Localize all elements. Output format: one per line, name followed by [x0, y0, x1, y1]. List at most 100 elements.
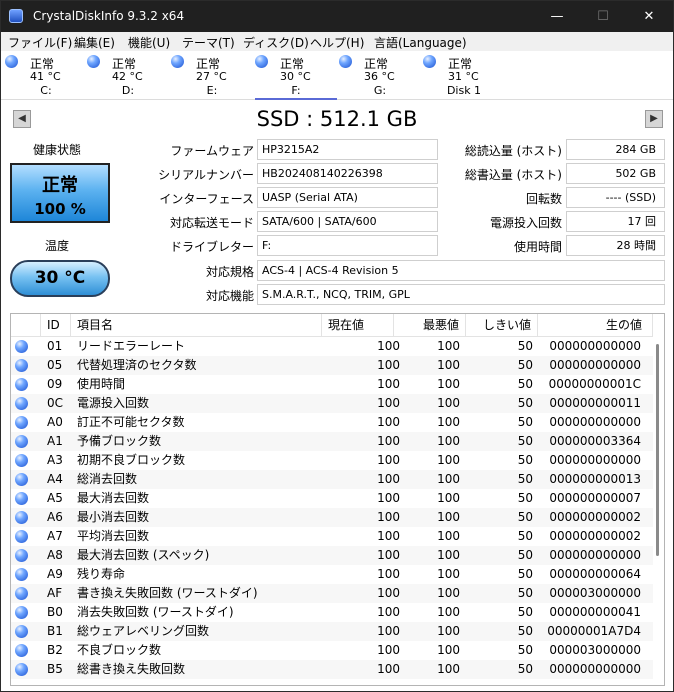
table-row[interactable]: A5 最大消去回数 100 100 50 000000000007 [11, 489, 653, 508]
attr-raw: 000000000002 [549, 510, 641, 524]
attr-raw: 000000000000 [549, 453, 641, 467]
table-row[interactable]: A0 訂正不可能セクタ数 100 100 50 000000000000 [11, 413, 653, 432]
attr-threshold: 50 [517, 415, 533, 429]
attr-raw: 000000000000 [549, 662, 641, 676]
table-row[interactable]: A7 平均消去回数 100 100 50 000000000002 [11, 527, 653, 546]
attr-current: 100 [377, 662, 400, 676]
attr-worst: 100 [437, 491, 460, 505]
col-raw[interactable]: 生の値 [538, 314, 653, 336]
attr-current: 100 [377, 624, 400, 638]
window-title: CrystalDiskInfo 9.3.2 x64 [33, 9, 185, 23]
status-ball-icon [15, 359, 28, 372]
table-row[interactable]: A3 初期不良ブロック数 100 100 50 000000000000 [11, 451, 653, 470]
rotation-rate-label: 回転数 [525, 192, 562, 206]
standard-label: 対応規格 [205, 265, 254, 279]
disk-temperature: 36 °C [364, 70, 395, 83]
attr-worst: 100 [437, 415, 460, 429]
attr-current: 100 [377, 567, 400, 581]
maximize-button[interactable]: ☐ [580, 1, 626, 32]
attr-raw: 000003000000 [549, 586, 641, 600]
status-ball-icon [15, 378, 28, 391]
col-current[interactable]: 現在値 [322, 314, 394, 336]
attr-raw: 00000000001C [548, 377, 641, 391]
table-row[interactable]: A8 最大消去回数 (スペック) 100 100 50 000000000000 [11, 546, 653, 565]
attr-worst: 100 [437, 662, 460, 676]
attr-name: リードエラーレート [77, 339, 186, 353]
menu-theme[interactable]: テーマ(T) [182, 34, 235, 51]
disk-drive-letter: G: [373, 84, 387, 97]
status-ball-icon [15, 454, 28, 467]
table-row[interactable]: 05 代替処理済のセクタ数 100 100 50 000000000000 [11, 356, 653, 375]
disk-detail-panel: ◀ ▶ SSD : 512.1 GB 健康状態 正常 100 % 温度 30 °… [1, 100, 673, 691]
attr-worst: 100 [437, 529, 460, 543]
attr-name: 平均消去回数 [77, 529, 150, 543]
menu-file[interactable]: ファイル(F) [8, 34, 72, 51]
status-ball-icon [15, 473, 28, 486]
table-row[interactable]: 01 リードエラーレート 100 100 50 000000000000 [11, 337, 653, 356]
table-row[interactable]: A6 最小消去回数 100 100 50 000000000002 [11, 508, 653, 527]
attr-id: B1 [47, 624, 63, 638]
attr-threshold: 50 [517, 624, 533, 638]
disk-tab-g[interactable]: 正常 36 °C G: [339, 51, 421, 98]
col-id[interactable]: ID [41, 314, 71, 336]
table-row[interactable]: 0C 電源投入回数 100 100 50 000000000011 [11, 394, 653, 413]
table-row[interactable]: AF 書き換え失敗回数 (ワーストダイ) 100 100 50 000003000000 [11, 584, 653, 603]
table-row[interactable]: B5 総書き換え失敗回数 100 100 50 000000000000 [11, 660, 653, 679]
attr-name: 不良ブロック数 [77, 643, 162, 657]
table-row[interactable]: A4 総消去回数 100 100 50 000000000013 [11, 470, 653, 489]
attr-worst: 100 [437, 396, 460, 410]
table-row[interactable]: B1 総ウェアレベリング回数 100 100 50 00000001A7D4 [11, 622, 653, 641]
col-name[interactable]: 項目名 [71, 314, 322, 336]
disk-tab-c[interactable]: 正常 41 °C C: [5, 51, 87, 98]
disk-tab-f[interactable]: 正常 30 °C F: [255, 51, 337, 100]
menu-edit[interactable]: 編集(E) [74, 34, 115, 51]
status-ball-icon [15, 587, 28, 600]
attr-name: 総消去回数 [77, 472, 138, 486]
menu-language[interactable]: 言語(Language) [374, 34, 467, 51]
table-row[interactable]: B2 不良ブロック数 100 100 50 000003000000 [11, 641, 653, 660]
col-worst[interactable]: 最悪値 [394, 314, 466, 336]
health-status-button[interactable]: 正常 100 % [10, 163, 110, 223]
table-row[interactable]: 09 使用時間 100 100 50 00000000001C [11, 375, 653, 394]
attr-id: 01 [47, 339, 63, 353]
attr-threshold: 50 [517, 491, 533, 505]
attr-raw: 000000000000 [549, 358, 641, 372]
next-disk-button[interactable]: ▶ [645, 110, 663, 128]
attr-id: A9 [47, 567, 63, 581]
attr-current: 100 [377, 339, 400, 353]
temperature-button[interactable]: 30 °C [10, 260, 110, 297]
interface-value: UASP (Serial ATA) [257, 187, 438, 208]
disk-temperature: 41 °C [30, 70, 61, 83]
table-row[interactable]: B0 消去失敗回数 (ワーストダイ) 100 100 50 000000000041 [11, 603, 653, 622]
table-row[interactable]: A1 予備ブロック数 100 100 50 000000003364 [11, 432, 653, 451]
menu-disk[interactable]: ディスク(D) [243, 34, 309, 51]
attr-worst: 100 [437, 605, 460, 619]
disk-tab-disk1[interactable]: 正常 31 °C Disk 1 [423, 51, 505, 98]
attr-current: 100 [377, 358, 400, 372]
menu-help[interactable]: ヘルプ(H) [310, 34, 364, 51]
disk-tab-d[interactable]: 正常 42 °C D: [87, 51, 169, 98]
attr-threshold: 50 [517, 529, 533, 543]
scrollbar-thumb[interactable] [656, 344, 659, 556]
disk-tabs: 正常 41 °C C: 正常 42 °C D: 正常 27 °C E: 正常 3… [1, 51, 673, 100]
title-bar[interactable]: CrystalDiskInfo 9.3.2 x64 — ☐ ✕ [1, 1, 673, 32]
attr-threshold: 50 [517, 339, 533, 353]
minimize-button[interactable]: — [534, 1, 580, 32]
prev-disk-button[interactable]: ◀ [13, 110, 31, 128]
attr-name: 電源投入回数 [77, 396, 150, 410]
table-row[interactable]: A9 残り寿命 100 100 50 000000000064 [11, 565, 653, 584]
attr-threshold: 50 [517, 548, 533, 562]
table-header: ID 項目名 現在値 最悪値 しきい値 生の値 [11, 314, 664, 337]
attr-name: 最大消去回数 (スペック) [77, 548, 210, 562]
disk-tab-e[interactable]: 正常 27 °C E: [171, 51, 253, 98]
attr-current: 100 [377, 510, 400, 524]
menu-function[interactable]: 機能(U) [128, 34, 170, 51]
attr-name: 訂正不可能セクタ数 [77, 415, 185, 429]
attr-threshold: 50 [517, 662, 533, 676]
close-button[interactable]: ✕ [626, 1, 672, 32]
attr-raw: 000000000011 [549, 396, 641, 410]
col-threshold[interactable]: しきい値 [466, 314, 538, 336]
attr-worst: 100 [437, 472, 460, 486]
table-scrollbar[interactable] [653, 336, 664, 685]
col-status[interactable] [11, 314, 41, 336]
